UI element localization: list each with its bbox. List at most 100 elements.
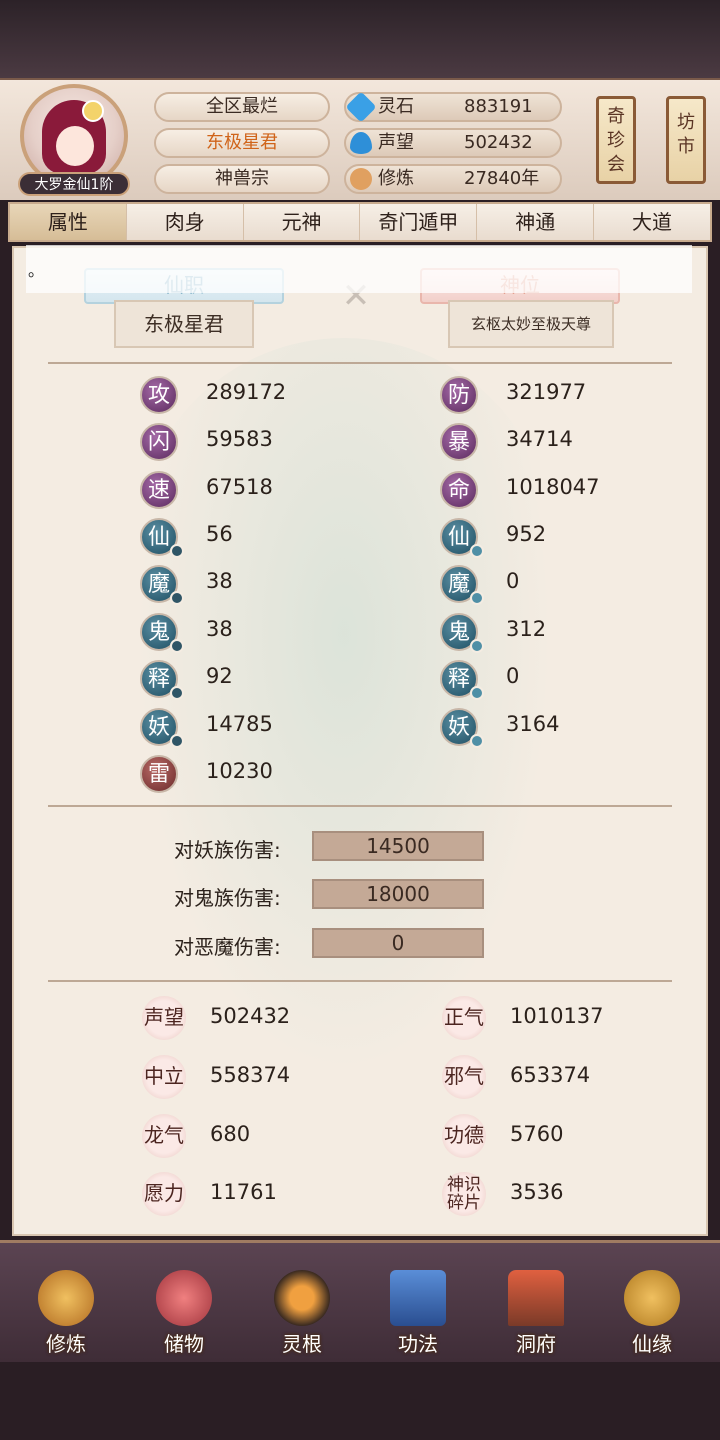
- shield-icon: [470, 734, 484, 748]
- stat-badge: 速: [140, 471, 178, 509]
- spirit-stone-icon: [345, 91, 377, 123]
- damage-label-ghost: 对鬼族伤害:: [174, 886, 281, 910]
- damage-value-monster: 14500: [312, 831, 484, 861]
- nav-spirit-root[interactable]: 灵根: [254, 1262, 350, 1358]
- nav-fate[interactable]: 仙缘: [604, 1262, 700, 1358]
- rep-value: 502432: [210, 1004, 291, 1028]
- treasure-auction-label: 奇珍会: [607, 106, 625, 175]
- tab-soul[interactable]: 元神: [244, 204, 361, 240]
- stat-badge: 攻: [140, 376, 178, 414]
- tab-dao[interactable]: 大道: [594, 204, 710, 240]
- nav-cave-house[interactable]: 洞府: [488, 1262, 584, 1358]
- notice-text: 。: [28, 261, 45, 280]
- divider: [48, 362, 672, 364]
- stat-value: 952: [506, 522, 547, 546]
- immortal-post-value: 东极星君: [114, 300, 254, 348]
- info-icon: [170, 686, 184, 700]
- resource-prestige: 声望 502432: [344, 128, 562, 158]
- resource-spirit-stone: 灵石 883191: [344, 91, 562, 123]
- meditation-icon: [350, 168, 372, 190]
- stat-value: 10230: [206, 759, 273, 783]
- nav-techniques[interactable]: 功法: [370, 1262, 466, 1358]
- gourd-icon: [624, 1270, 680, 1326]
- nav-label: 仙缘: [632, 1332, 672, 1356]
- market-button[interactable]: 坊市: [666, 96, 706, 184]
- rep-value: 680: [210, 1122, 251, 1146]
- storage-bag-icon: [156, 1270, 212, 1326]
- treasure-auction-button[interactable]: 奇珍会: [596, 96, 636, 184]
- resource-cultivation: 修炼 27840年: [344, 164, 562, 194]
- info-icon: [170, 591, 184, 605]
- rep-value: 5760: [510, 1122, 564, 1146]
- stat-value: 0: [506, 569, 520, 593]
- damage-value-demon: 0: [312, 928, 484, 958]
- stat-value: 312: [506, 617, 547, 641]
- nav-label: 洞府: [516, 1332, 556, 1356]
- stat-value: 56: [206, 522, 233, 546]
- info-icon: [170, 544, 184, 558]
- rep-value: 653374: [510, 1063, 591, 1087]
- cave-house-icon: [508, 1270, 564, 1326]
- rep-badge: 功德: [442, 1114, 486, 1158]
- stat-value: 14785: [206, 712, 273, 736]
- resource-label: 灵石: [378, 96, 414, 117]
- nav-label: 储物: [164, 1332, 204, 1356]
- top-status-area: [0, 0, 720, 78]
- stat-value: 321977: [506, 380, 587, 404]
- stat-badge: 防: [440, 376, 478, 414]
- main-tabs: 属性 肉身 元神 奇门遁甲 神通 大道: [8, 202, 712, 242]
- stat-value: 59583: [206, 427, 273, 451]
- scripture-book-icon: [390, 1270, 446, 1326]
- notice-overlay: 。: [26, 245, 692, 293]
- character-illustration: [134, 338, 554, 1078]
- flower-ornament-icon: [82, 100, 104, 122]
- resource-label: 修炼: [378, 168, 414, 189]
- rep-badge: 神识碎片: [442, 1172, 486, 1216]
- stat-value: 3164: [506, 712, 560, 736]
- resource-value: 27840年: [464, 168, 540, 189]
- tab-attributes[interactable]: 属性: [10, 204, 127, 240]
- avatar-face: [56, 126, 94, 166]
- rep-badge: 愿力: [142, 1172, 186, 1216]
- sect-pill[interactable]: 神兽宗: [154, 164, 330, 194]
- rep-badge: 正气: [442, 996, 486, 1040]
- divider: [48, 980, 672, 982]
- stat-badge: 雷: [140, 755, 178, 793]
- rep-badge: 中立: [142, 1055, 186, 1099]
- info-icon: [170, 639, 184, 653]
- rep-badge: 邪气: [442, 1055, 486, 1099]
- stat-value: 1018047: [506, 475, 600, 499]
- shield-icon: [470, 639, 484, 653]
- resource-value: 883191: [464, 96, 533, 117]
- tab-formations[interactable]: 奇门遁甲: [360, 204, 478, 240]
- divine-seat-value: 玄枢太妙至极天尊: [448, 300, 614, 348]
- market-label: 坊市: [677, 112, 695, 157]
- divider: [48, 805, 672, 807]
- tab-body[interactable]: 肉身: [127, 204, 244, 240]
- nav-label: 灵根: [282, 1332, 322, 1356]
- stat-badge: 命: [440, 471, 478, 509]
- nav-cultivate[interactable]: 修炼: [18, 1262, 114, 1358]
- resource-value: 502432: [464, 132, 533, 153]
- stat-value: 38: [206, 569, 233, 593]
- stat-value: 0: [506, 664, 520, 688]
- stat-badge: 闪: [140, 423, 178, 461]
- title-pill-2[interactable]: 东极星君: [154, 128, 330, 158]
- nav-label: 功法: [398, 1332, 438, 1356]
- rep-badge: 龙气: [142, 1114, 186, 1158]
- stat-value: 289172: [206, 380, 287, 404]
- damage-value-ghost: 18000: [312, 879, 484, 909]
- spirit-root-icon: [274, 1270, 330, 1326]
- damage-label-monster: 对妖族伤害:: [174, 838, 281, 862]
- stat-badge: 暴: [440, 423, 478, 461]
- resource-label: 声望: [378, 132, 414, 153]
- monk-icon: [38, 1270, 94, 1326]
- attributes-panel: [12, 246, 708, 1236]
- nav-storage[interactable]: 储物: [136, 1262, 232, 1358]
- info-icon: [170, 734, 184, 748]
- title-pill-1[interactable]: 全区最烂: [154, 92, 330, 122]
- rep-badge-label: 神识碎片: [447, 1175, 481, 1213]
- tab-skills[interactable]: 神通: [477, 204, 595, 240]
- stat-value: 38: [206, 617, 233, 641]
- stat-value: 92: [206, 664, 233, 688]
